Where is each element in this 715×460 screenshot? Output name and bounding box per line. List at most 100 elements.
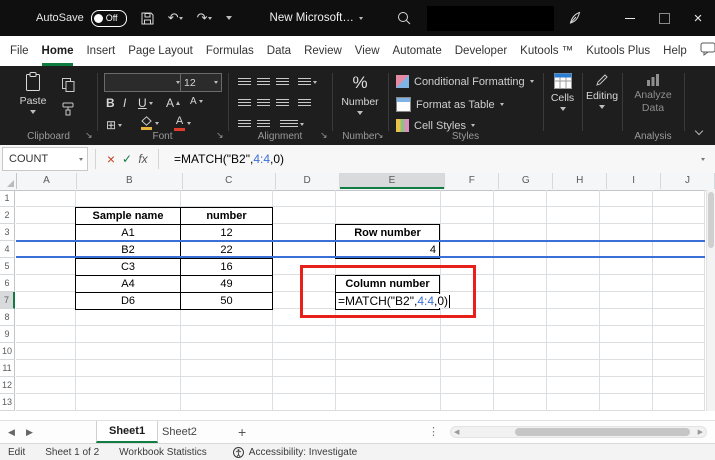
row-header-9[interactable]: 9 bbox=[0, 326, 15, 343]
decrease-indent-button[interactable] bbox=[238, 120, 251, 129]
tab-data[interactable]: Data bbox=[267, 36, 291, 66]
align-bottom-button[interactable] bbox=[276, 78, 289, 87]
underline-button[interactable]: U bbox=[138, 96, 153, 110]
cell-c2[interactable]: number bbox=[181, 208, 273, 225]
merge-center-button[interactable] bbox=[280, 120, 304, 129]
scroll-left-icon[interactable]: ◀ bbox=[454, 428, 459, 436]
expand-formula-bar-icon[interactable] bbox=[701, 157, 705, 161]
row-header-6[interactable]: 6 bbox=[0, 275, 15, 292]
column-header-e[interactable]: E bbox=[339, 173, 446, 189]
paste-button[interactable]: Paste bbox=[10, 72, 56, 114]
align-right-button[interactable] bbox=[276, 99, 289, 108]
sheet-tab-sheet1[interactable]: Sheet1 bbox=[96, 421, 159, 443]
row-header-13[interactable]: 13 bbox=[0, 394, 15, 411]
scroll-right-icon[interactable]: ▶ bbox=[698, 428, 703, 436]
align-center-button[interactable] bbox=[257, 99, 270, 108]
cell-b5[interactable]: C3 bbox=[76, 259, 181, 276]
title-dropdown-button[interactable] bbox=[358, 16, 363, 20]
row-header-8[interactable]: 8 bbox=[0, 309, 15, 326]
increase-indent-button[interactable] bbox=[257, 120, 270, 129]
row-header-7[interactable]: 7 bbox=[0, 292, 15, 309]
row-header-10[interactable]: 10 bbox=[0, 343, 15, 360]
next-sheet-icon[interactable]: ▶ bbox=[26, 427, 33, 438]
editing-button[interactable]: Editing bbox=[582, 73, 622, 109]
tab-page-layout[interactable]: Page Layout bbox=[128, 36, 193, 66]
search-button[interactable] bbox=[397, 11, 411, 25]
tab-file[interactable]: File bbox=[10, 36, 29, 66]
column-header-h[interactable]: H bbox=[553, 173, 608, 189]
column-header-c[interactable]: C bbox=[183, 173, 276, 189]
cell-c7[interactable]: 50 bbox=[181, 293, 273, 310]
italic-button[interactable]: I bbox=[123, 96, 126, 110]
column-header-b[interactable]: B bbox=[77, 173, 183, 189]
cell-b6[interactable]: A4 bbox=[76, 276, 181, 293]
accessibility-button[interactable] bbox=[232, 447, 244, 458]
format-as-table-button[interactable]: Format as Table bbox=[396, 97, 504, 112]
fill-color-button[interactable] bbox=[140, 116, 159, 130]
cell-c5[interactable]: 16 bbox=[181, 259, 273, 276]
column-header-d[interactable]: D bbox=[276, 173, 340, 189]
shrink-font-button[interactable]: A bbox=[190, 96, 203, 107]
row-header-5[interactable]: 5 bbox=[0, 258, 15, 275]
tab-formulas[interactable]: Formulas bbox=[206, 36, 254, 66]
cells-button[interactable]: Cells bbox=[543, 73, 582, 111]
font-color-button[interactable]: A bbox=[174, 116, 191, 131]
close-button[interactable]: × bbox=[681, 0, 715, 36]
cell-b7[interactable]: D6 bbox=[76, 293, 181, 310]
row-header-12[interactable]: 12 bbox=[0, 377, 15, 394]
restore-button[interactable] bbox=[647, 0, 681, 36]
enter-button[interactable]: ✓ bbox=[119, 152, 135, 166]
insert-function-button[interactable]: fx bbox=[135, 152, 151, 166]
spreadsheet-cells[interactable]: Sample name number A1 12 B2 22 C3 16 A4 … bbox=[16, 190, 705, 411]
save-button[interactable] bbox=[141, 12, 154, 25]
align-top-button[interactable] bbox=[238, 78, 251, 87]
font-name-select[interactable] bbox=[104, 73, 184, 92]
tab-automate[interactable]: Automate bbox=[393, 36, 442, 66]
add-sheet-button[interactable]: + bbox=[238, 424, 246, 440]
align-left-button[interactable] bbox=[238, 99, 251, 108]
tab-developer[interactable]: Developer bbox=[455, 36, 507, 66]
sheet-tab-sheet2[interactable]: Sheet2 bbox=[150, 421, 209, 443]
row-header-1[interactable]: 1 bbox=[0, 190, 15, 207]
vertical-scrollbar-thumb[interactable] bbox=[708, 192, 714, 248]
borders-button[interactable]: ⊞ bbox=[106, 118, 123, 132]
bold-button[interactable]: B bbox=[106, 96, 115, 110]
tab-kutools-plus[interactable]: Kutools Plus bbox=[586, 36, 650, 66]
formula-input[interactable]: =MATCH("B2",4:4,0) bbox=[174, 152, 284, 166]
analyze-data-button[interactable]: Analyze Data bbox=[622, 74, 684, 114]
orientation-button[interactable] bbox=[298, 78, 317, 87]
tab-help[interactable]: Help bbox=[663, 36, 687, 66]
tab-review[interactable]: Review bbox=[304, 36, 342, 66]
tab-insert[interactable]: Insert bbox=[86, 36, 115, 66]
row-header-3[interactable]: 3 bbox=[0, 224, 15, 241]
customize-toolbar-button[interactable] bbox=[225, 16, 232, 20]
wrap-text-button[interactable] bbox=[298, 99, 311, 108]
minimize-button[interactable] bbox=[613, 0, 647, 36]
collapse-ribbon-icon[interactable] bbox=[694, 126, 704, 136]
number-format-button[interactable]: % Number bbox=[332, 73, 388, 115]
select-all-corner[interactable] bbox=[0, 173, 17, 189]
cell-b2[interactable]: Sample name bbox=[76, 208, 181, 225]
format-painter-button[interactable] bbox=[62, 102, 74, 116]
copy-button[interactable] bbox=[62, 78, 75, 92]
conditional-formatting-button[interactable]: Conditional Formatting bbox=[396, 75, 534, 88]
autosave-toggle[interactable]: Off bbox=[90, 9, 127, 27]
comments-button[interactable] bbox=[700, 42, 715, 61]
font-dialog-launcher-icon[interactable]: ↘ bbox=[216, 130, 224, 141]
column-header-i[interactable]: I bbox=[607, 173, 662, 189]
tab-home[interactable]: Home bbox=[41, 36, 73, 66]
clipboard-dialog-launcher-icon[interactable]: ↘ bbox=[85, 130, 93, 141]
pen-button[interactable] bbox=[568, 11, 581, 25]
workbook-statistics-button[interactable]: Workbook Statistics bbox=[119, 447, 207, 458]
tab-view[interactable]: View bbox=[355, 36, 380, 66]
row-header-11[interactable]: 11 bbox=[0, 360, 15, 377]
alignment-dialog-launcher-icon[interactable]: ↘ bbox=[320, 130, 328, 141]
tab-kutools[interactable]: Kutools ™ bbox=[520, 36, 573, 66]
horizontal-scrollbar[interactable]: ◀ ▶ bbox=[450, 426, 707, 438]
column-header-j[interactable]: J bbox=[661, 173, 715, 189]
column-header-a[interactable]: A bbox=[17, 173, 77, 189]
cell-c6[interactable]: 49 bbox=[181, 276, 273, 293]
column-header-f[interactable]: F bbox=[445, 173, 500, 189]
accessibility-label[interactable]: Accessibility: Investigate bbox=[249, 447, 357, 458]
align-middle-button[interactable] bbox=[257, 78, 270, 87]
